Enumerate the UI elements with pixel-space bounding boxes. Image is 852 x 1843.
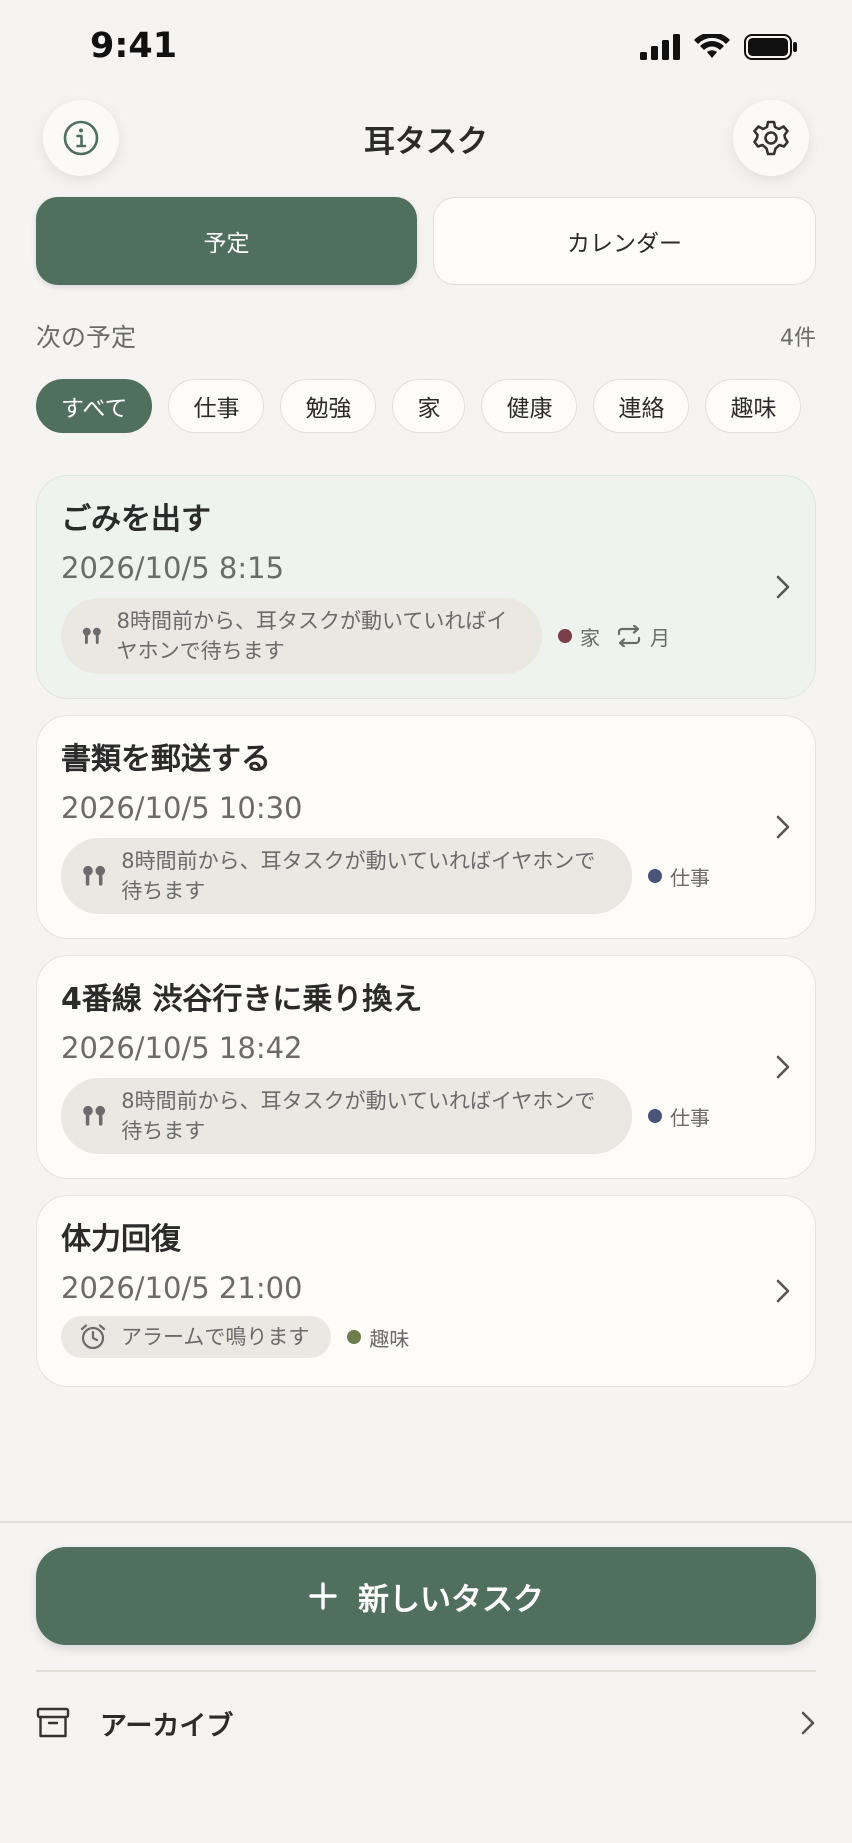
notify-pill: 8時間前から、耳タスクが動いていればイヤホンで待ちます	[61, 1078, 632, 1154]
category-dot	[347, 1330, 362, 1344]
filter-chip-hobby[interactable]: 趣味	[705, 379, 802, 433]
bottom-divider	[0, 1521, 852, 1523]
filter-chip-home[interactable]: 家	[392, 379, 466, 433]
notify-text: 8時間前から、耳タスクが動いていればイヤホンで待ちます	[121, 849, 596, 903]
task-date: 2026/10/5 10:30	[61, 791, 303, 825]
task-card[interactable]: 4番線 渋谷行きに乗り換え 2026/10/5 18:42 8時間前から、耳タス…	[36, 955, 816, 1179]
divider	[36, 1670, 816, 1672]
category-tag: 家	[558, 622, 600, 651]
task-date: 2026/10/5 21:00	[61, 1271, 303, 1305]
category-tag: 仕事	[648, 862, 710, 891]
chevron-right-icon	[776, 575, 790, 599]
earbuds-icon	[83, 865, 106, 886]
task-list: ごみを出す 2026/10/5 8:15 8時間前から、耳タスクが動いていればイ…	[36, 475, 816, 1403]
category-dot	[558, 629, 572, 643]
section-title: 次の予定	[36, 323, 137, 352]
earbuds-icon	[82, 627, 101, 644]
page-title: 耳タスク	[364, 124, 488, 160]
task-title: ごみを出す	[61, 502, 211, 537]
filter-chips: すべて 仕事 勉強 家 健康 連絡 趣味	[36, 379, 802, 433]
repeat-icon	[617, 625, 641, 647]
archive-box-icon	[36, 1707, 70, 1738]
task-meta: アラームで鳴ります 趣味	[61, 1316, 791, 1358]
settings-button[interactable]	[733, 100, 809, 176]
signal-icon	[640, 34, 680, 60]
filter-chip-study[interactable]: 勉強	[280, 379, 377, 433]
notify-text: 8時間前から、耳タスクが動いていればイヤホンで待ちます	[116, 609, 508, 663]
chevron-right-icon	[776, 1055, 790, 1079]
category-dot	[648, 1109, 662, 1123]
repeat-label: 月	[650, 625, 670, 650]
task-meta: 8時間前から、耳タスクが動いていればイヤホンで待ちます 家 月	[61, 598, 791, 674]
earbuds-icon	[83, 1105, 106, 1126]
category-tag: 趣味	[347, 1323, 409, 1352]
filter-chip-work[interactable]: 仕事	[168, 379, 265, 433]
category-label: 趣味	[369, 1326, 410, 1351]
new-task-button[interactable]: 新しいタスク	[36, 1547, 816, 1645]
category-tag: 仕事	[648, 1102, 710, 1131]
notify-text: 8時間前から、耳タスクが動いていればイヤホンで待ちます	[121, 1089, 596, 1143]
task-count: 4件	[780, 326, 816, 351]
task-date: 2026/10/5 18:42	[61, 1031, 303, 1065]
chevron-right-icon	[801, 1711, 815, 1735]
alarm-clock-icon	[80, 1324, 106, 1350]
notify-pill: 8時間前から、耳タスクが動いていればイヤホンで待ちます	[61, 838, 632, 914]
repeat-tag: 月	[616, 622, 670, 651]
tab-calendar[interactable]: カレンダー	[433, 197, 816, 285]
task-date: 2026/10/5 8:15	[61, 551, 285, 585]
tab-schedule[interactable]: 予定	[36, 197, 417, 285]
filter-chip-health[interactable]: 健康	[481, 379, 578, 433]
filter-chip-all[interactable]: すべて	[36, 379, 153, 433]
new-task-label: 新しいタスク	[358, 1581, 544, 1618]
plus-icon	[309, 1582, 337, 1610]
view-switcher: 予定 カレンダー	[36, 197, 816, 285]
status-bar: 9:41	[0, 0, 852, 96]
category-label: 仕事	[670, 865, 710, 890]
notify-pill: 8時間前から、耳タスクが動いていればイヤホンで待ちます	[61, 598, 542, 674]
chevron-right-icon	[776, 1279, 790, 1303]
category-label: 仕事	[670, 1105, 710, 1130]
battery-icon	[744, 34, 797, 60]
archive-row[interactable]: アーカイブ	[36, 1690, 816, 1756]
task-title: 4番線 渋谷行きに乗り換え	[61, 982, 423, 1017]
category-label: 家	[580, 625, 600, 650]
status-icons	[640, 34, 798, 60]
gear-icon	[753, 120, 789, 156]
header: 耳タスク	[0, 100, 852, 176]
task-meta: 8時間前から、耳タスクが動いていればイヤホンで待ちます 仕事	[61, 838, 791, 914]
wifi-icon	[694, 34, 730, 58]
task-meta: 8時間前から、耳タスクが動いていればイヤホンで待ちます 仕事	[61, 1078, 791, 1154]
task-title: 体力回復	[61, 1222, 181, 1257]
task-card[interactable]: 体力回復 2026/10/5 21:00 アラームで鳴ります 趣味	[36, 1195, 816, 1387]
notify-pill: アラームで鳴ります	[61, 1316, 332, 1358]
status-time: 9:41	[90, 26, 178, 66]
category-dot	[648, 869, 662, 883]
task-title: 書類を郵送する	[61, 742, 271, 777]
task-card[interactable]: 書類を郵送する 2026/10/5 10:30 8時間前から、耳タスクが動いてい…	[36, 715, 816, 939]
notify-text: アラームで鳴ります	[121, 1325, 310, 1349]
chevron-right-icon	[776, 815, 790, 839]
section-header: 次の予定 4件	[36, 318, 816, 352]
task-card[interactable]: ごみを出す 2026/10/5 8:15 8時間前から、耳タスクが動いていればイ…	[36, 475, 816, 699]
filter-chip-contact[interactable]: 連絡	[593, 379, 690, 433]
archive-label: アーカイブ	[100, 1710, 234, 1742]
